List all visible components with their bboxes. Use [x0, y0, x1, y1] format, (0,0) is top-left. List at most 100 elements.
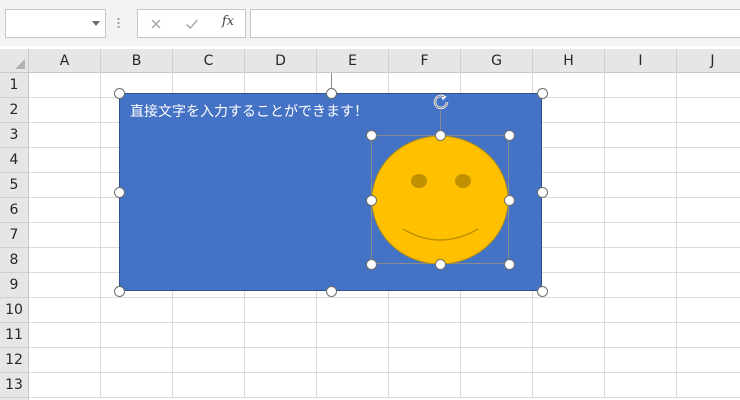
- cell-g12[interactable]: [461, 348, 533, 373]
- smiley-resize-handle-n[interactable]: [434, 129, 446, 141]
- row-header-8[interactable]: 8: [0, 248, 28, 273]
- row-header-1[interactable]: 1: [0, 73, 28, 98]
- cell-c13[interactable]: [173, 373, 245, 398]
- cell-h3[interactable]: [533, 123, 605, 148]
- rotate-handle-icon[interactable]: [430, 91, 452, 113]
- cell-i11[interactable]: [605, 323, 677, 348]
- rectangle-text[interactable]: 直接文字を入力することができます！: [130, 101, 368, 121]
- cell-i5[interactable]: [605, 173, 677, 198]
- insert-function-icon[interactable]: fx: [218, 12, 238, 32]
- column-header-e[interactable]: E: [317, 49, 389, 73]
- cell-i9[interactable]: [605, 273, 677, 298]
- cell-i7[interactable]: [605, 223, 677, 248]
- row-header-2[interactable]: 2: [0, 98, 28, 123]
- cell-i3[interactable]: [605, 123, 677, 148]
- name-box[interactable]: [5, 9, 106, 38]
- cell-e10[interactable]: [317, 298, 389, 323]
- column-header-h[interactable]: H: [533, 49, 605, 73]
- cell-c12[interactable]: [173, 348, 245, 373]
- select-all-button[interactable]: [0, 49, 29, 73]
- smiley-resize-handle-e[interactable]: [503, 194, 515, 206]
- cell-h8[interactable]: [533, 248, 605, 273]
- cell-b13[interactable]: [101, 373, 173, 398]
- row-header-9[interactable]: 9: [0, 273, 28, 298]
- cell-f11[interactable]: [389, 323, 461, 348]
- cell-g13[interactable]: [461, 373, 533, 398]
- formula-bar-grip[interactable]: [117, 17, 120, 29]
- cell-a3[interactable]: [29, 123, 101, 148]
- cell-j6[interactable]: [677, 198, 740, 223]
- cell-h7[interactable]: [533, 223, 605, 248]
- cell-i8[interactable]: [605, 248, 677, 273]
- cell-a6[interactable]: [29, 198, 101, 223]
- cell-a4[interactable]: [29, 148, 101, 173]
- column-header-g[interactable]: G: [461, 49, 533, 73]
- cell-i1[interactable]: [605, 73, 677, 98]
- cell-a2[interactable]: [29, 98, 101, 123]
- cell-d10[interactable]: [245, 298, 317, 323]
- rectangle-resize-handle-nw[interactable]: [113, 87, 125, 99]
- cell-h12[interactable]: [533, 348, 605, 373]
- column-header-d[interactable]: D: [245, 49, 317, 73]
- row-header-11[interactable]: 11: [0, 323, 28, 348]
- rectangle-resize-handle-se[interactable]: [536, 285, 548, 297]
- cell-a9[interactable]: [29, 273, 101, 298]
- cell-f12[interactable]: [389, 348, 461, 373]
- cell-d13[interactable]: [245, 373, 317, 398]
- smiley-resize-handle-sw[interactable]: [365, 258, 377, 270]
- smiley-resize-handle-w[interactable]: [365, 194, 377, 206]
- cell-d12[interactable]: [245, 348, 317, 373]
- cell-j3[interactable]: [677, 123, 740, 148]
- row-header-12[interactable]: 12: [0, 348, 28, 373]
- cell-a13[interactable]: [29, 373, 101, 398]
- cell-j9[interactable]: [677, 273, 740, 298]
- smiley-resize-handle-nw[interactable]: [365, 129, 377, 141]
- cancel-icon[interactable]: [146, 14, 166, 34]
- cell-e11[interactable]: [317, 323, 389, 348]
- rectangle-resize-handle-n[interactable]: [325, 87, 337, 99]
- cell-i6[interactable]: [605, 198, 677, 223]
- cell-a8[interactable]: [29, 248, 101, 273]
- cell-f13[interactable]: [389, 373, 461, 398]
- enter-icon[interactable]: [182, 14, 202, 34]
- cell-j12[interactable]: [677, 348, 740, 373]
- cell-j11[interactable]: [677, 323, 740, 348]
- cell-j10[interactable]: [677, 298, 740, 323]
- column-header-i[interactable]: I: [605, 49, 677, 73]
- chevron-down-icon[interactable]: [92, 21, 100, 26]
- smiley-resize-handle-s[interactable]: [434, 258, 446, 270]
- cell-g11[interactable]: [461, 323, 533, 348]
- cell-d11[interactable]: [245, 323, 317, 348]
- cell-j13[interactable]: [677, 373, 740, 398]
- smiley-face[interactable]: [371, 135, 509, 264]
- column-header-f[interactable]: F: [389, 49, 461, 73]
- cell-a10[interactable]: [29, 298, 101, 323]
- smiley-resize-handle-se[interactable]: [503, 258, 515, 270]
- cell-b12[interactable]: [101, 348, 173, 373]
- formula-input[interactable]: [250, 9, 740, 38]
- rectangle-resize-handle-w[interactable]: [113, 186, 125, 198]
- row-header-10[interactable]: 10: [0, 298, 28, 323]
- cell-j1[interactable]: [677, 73, 740, 98]
- cell-i2[interactable]: [605, 98, 677, 123]
- cell-j4[interactable]: [677, 148, 740, 173]
- row-header-4[interactable]: 4: [0, 148, 28, 173]
- column-header-c[interactable]: C: [173, 49, 245, 73]
- rectangle-resize-handle-ne[interactable]: [536, 87, 548, 99]
- cell-i10[interactable]: [605, 298, 677, 323]
- cell-g10[interactable]: [461, 298, 533, 323]
- column-header-a[interactable]: A: [29, 49, 101, 73]
- cell-h4[interactable]: [533, 148, 605, 173]
- cell-a5[interactable]: [29, 173, 101, 198]
- cell-i12[interactable]: [605, 348, 677, 373]
- row-header-3[interactable]: 3: [0, 123, 28, 148]
- cell-h13[interactable]: [533, 373, 605, 398]
- row-header-13[interactable]: 13: [0, 373, 28, 398]
- rectangle-resize-handle-sw[interactable]: [113, 285, 125, 297]
- cell-a11[interactable]: [29, 323, 101, 348]
- cell-h2[interactable]: [533, 98, 605, 123]
- cell-j2[interactable]: [677, 98, 740, 123]
- cell-f10[interactable]: [389, 298, 461, 323]
- rectangle-resize-handle-e[interactable]: [536, 186, 548, 198]
- cell-i4[interactable]: [605, 148, 677, 173]
